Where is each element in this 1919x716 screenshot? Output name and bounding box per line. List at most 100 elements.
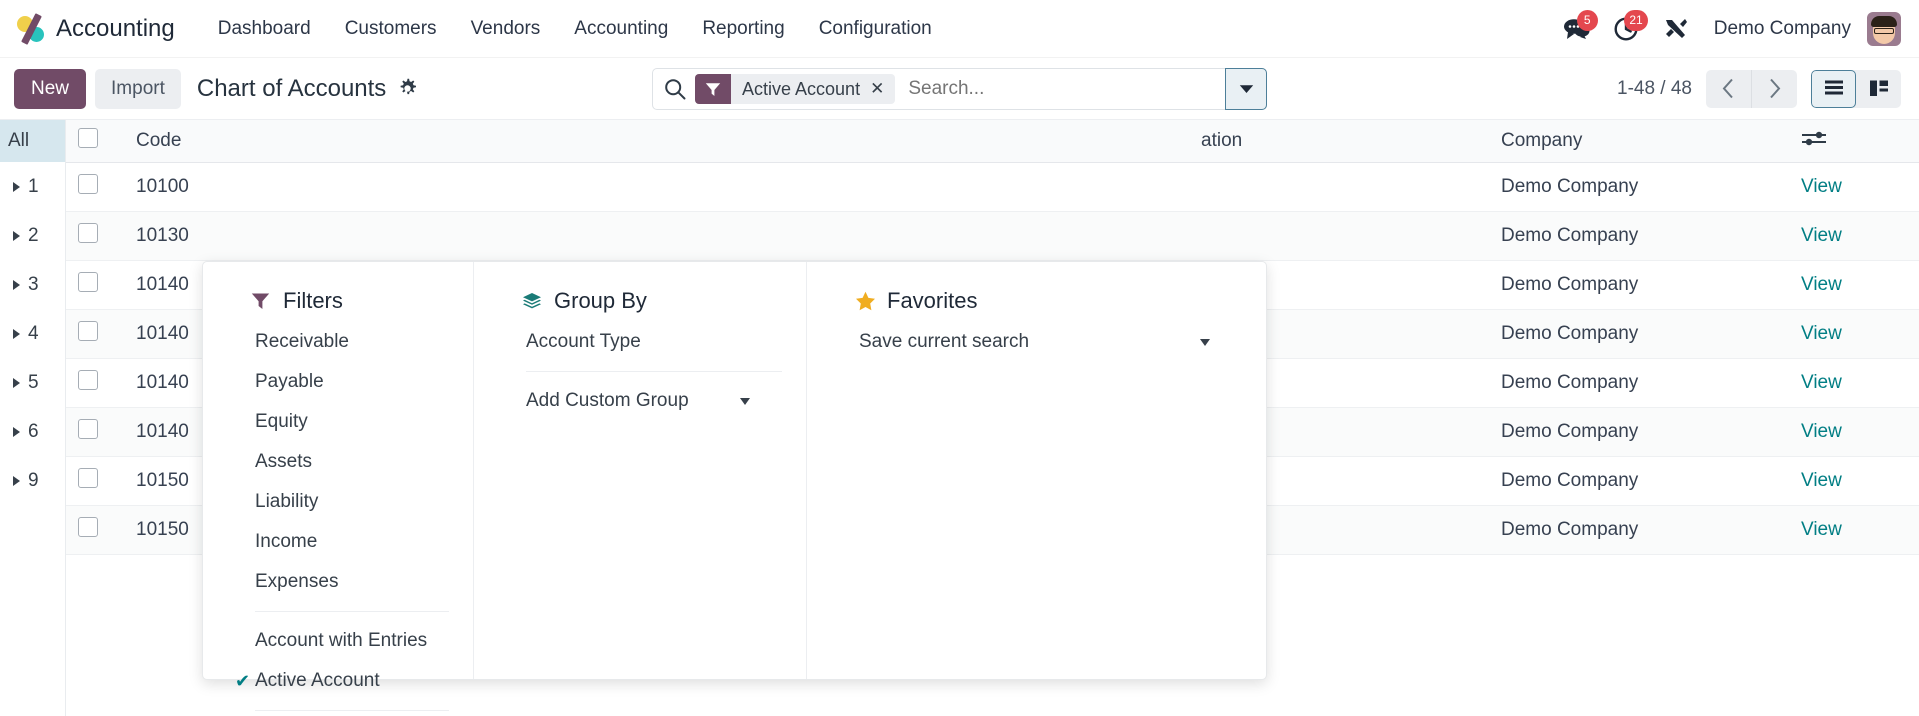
row-checkbox[interactable] xyxy=(78,418,98,439)
view-link[interactable]: View xyxy=(1801,372,1842,393)
filter-item-account-with-entries[interactable]: Account with Entries xyxy=(203,621,473,661)
column-header-company[interactable]: Company xyxy=(1489,120,1789,163)
groupby-item-account-type[interactable]: Account Type xyxy=(474,322,806,362)
tree-item-6[interactable]: 6 xyxy=(0,407,65,456)
account-tree-sidebar: All 1 2 3 4 5 6 9 xyxy=(0,120,66,716)
pager-value[interactable]: 1-48 / 48 xyxy=(1617,78,1692,100)
odoo-logo-icon[interactable] xyxy=(14,12,48,46)
company-switcher[interactable]: Demo Company xyxy=(1704,18,1863,40)
new-button[interactable]: New xyxy=(14,68,87,109)
cell-view: View xyxy=(1789,358,1919,408)
messages-button[interactable]: 5 xyxy=(1554,9,1600,48)
cell-view: View xyxy=(1789,456,1919,506)
row-checkbox[interactable] xyxy=(78,320,98,341)
row-checkbox[interactable] xyxy=(78,173,98,194)
view-link[interactable]: View xyxy=(1801,421,1842,442)
row-checkbox[interactable] xyxy=(78,271,98,292)
search-dropdown-toggle[interactable] xyxy=(1225,68,1267,110)
column-header-code[interactable]: Code xyxy=(124,120,304,163)
pager-previous-button[interactable] xyxy=(1706,70,1751,108)
tree-item-all[interactable]: All xyxy=(0,120,65,162)
search-icon[interactable] xyxy=(664,78,686,100)
menu-item-reporting[interactable]: Reporting xyxy=(685,12,801,46)
row-checkbox[interactable] xyxy=(78,222,98,243)
view-link[interactable]: View xyxy=(1801,176,1842,197)
table-row[interactable]: 10130 Demo Company View xyxy=(66,211,1919,261)
search-facet-active-account[interactable]: Active Account ✕ xyxy=(695,74,896,104)
menu-item-vendors[interactable]: Vendors xyxy=(454,12,558,46)
kanban-view-button[interactable] xyxy=(1856,70,1901,108)
row-checkbox[interactable] xyxy=(78,467,98,488)
debug-tools-button[interactable] xyxy=(1654,10,1700,48)
cell-taxation xyxy=(1189,211,1489,261)
filter-item-active-account[interactable]: ✔ Active Account xyxy=(203,661,473,701)
menu-item-dashboard[interactable]: Dashboard xyxy=(201,12,328,46)
filter-item-receivable[interactable]: Receivable xyxy=(203,322,473,362)
activities-button[interactable]: 21 xyxy=(1604,9,1650,48)
groupby-divider xyxy=(526,371,782,372)
chevron-left-icon xyxy=(1722,78,1733,99)
menu-item-accounting[interactable]: Accounting xyxy=(557,12,685,46)
filter-item-equity[interactable]: Equity xyxy=(203,402,473,442)
save-current-search-button[interactable]: Save current search xyxy=(807,322,1266,362)
gear-icon[interactable] xyxy=(397,78,418,99)
view-link[interactable]: View xyxy=(1801,274,1842,295)
row-checkbox[interactable] xyxy=(78,516,98,537)
tree-item-1[interactable]: 1 xyxy=(0,162,65,211)
check-icon: ✔ xyxy=(235,670,251,691)
cell-view: View xyxy=(1789,162,1919,212)
search-facet-remove-icon[interactable]: ✕ xyxy=(868,74,895,104)
top-navbar: Accounting Dashboard Customers Vendors A… xyxy=(0,0,1919,58)
filter-funnel-icon xyxy=(695,74,731,104)
row-checkbox[interactable] xyxy=(78,369,98,390)
page-title-group: Chart of Accounts xyxy=(197,75,418,103)
caret-right-icon xyxy=(13,475,20,486)
tree-item-label: 2 xyxy=(28,224,39,246)
chevron-down-icon xyxy=(1200,338,1210,346)
cell-code: 10100 xyxy=(124,162,304,212)
tree-item-2[interactable]: 2 xyxy=(0,211,65,260)
sliders-icon[interactable] xyxy=(1801,130,1827,146)
table-row[interactable]: 10100 Demo Company View xyxy=(66,162,1919,212)
tree-item-5[interactable]: 5 xyxy=(0,358,65,407)
messages-badge: 5 xyxy=(1576,9,1598,31)
view-link[interactable]: View xyxy=(1801,225,1842,246)
filter-item-assets[interactable]: Assets xyxy=(203,442,473,482)
filter-item-income[interactable]: Income xyxy=(203,522,473,562)
import-button[interactable]: Import xyxy=(95,68,181,109)
caret-right-icon xyxy=(13,426,20,437)
select-all-checkbox[interactable] xyxy=(78,127,98,148)
pager-buttons xyxy=(1706,69,1797,108)
filter-label: Income xyxy=(255,531,318,552)
filter-item-payable[interactable]: Payable xyxy=(203,362,473,402)
add-custom-group-label: Add Custom Group xyxy=(526,390,689,411)
filter-funnel-icon xyxy=(251,292,270,310)
column-header-taxation[interactable]: ation xyxy=(1189,120,1489,163)
tree-item-4[interactable]: 4 xyxy=(0,309,65,358)
search-options-dropdown: Filters Receivable Payable Equity Assets… xyxy=(202,261,1267,711)
pager-next-button[interactable] xyxy=(1752,70,1797,108)
search-input[interactable] xyxy=(895,77,1266,101)
favorites-title: Favorites xyxy=(887,288,978,313)
menu-item-configuration[interactable]: Configuration xyxy=(802,12,949,46)
user-avatar[interactable] xyxy=(1867,11,1901,46)
search-facet-label: Active Account xyxy=(742,78,861,99)
add-custom-group-button[interactable]: Add Custom Group xyxy=(474,381,806,421)
filter-label: Receivable xyxy=(255,331,349,352)
tree-item-label: 3 xyxy=(28,273,39,295)
filters-divider-2 xyxy=(255,710,449,711)
view-link[interactable]: View xyxy=(1801,519,1842,540)
favorites-header: Favorites xyxy=(807,280,1266,322)
view-link[interactable]: View xyxy=(1801,323,1842,344)
tree-item-9[interactable]: 9 xyxy=(0,456,65,505)
menu-item-customers[interactable]: Customers xyxy=(328,12,454,46)
filter-item-liability[interactable]: Liability xyxy=(203,482,473,522)
tree-item-label: 9 xyxy=(28,469,39,491)
view-link[interactable]: View xyxy=(1801,470,1842,491)
caret-right-icon xyxy=(13,181,20,192)
table-header: Code ation Company xyxy=(66,120,1919,163)
tree-item-3[interactable]: 3 xyxy=(0,260,65,309)
list-view-button[interactable] xyxy=(1811,69,1856,108)
app-name[interactable]: Accounting xyxy=(56,15,175,43)
filter-item-expenses[interactable]: Expenses xyxy=(203,562,473,602)
